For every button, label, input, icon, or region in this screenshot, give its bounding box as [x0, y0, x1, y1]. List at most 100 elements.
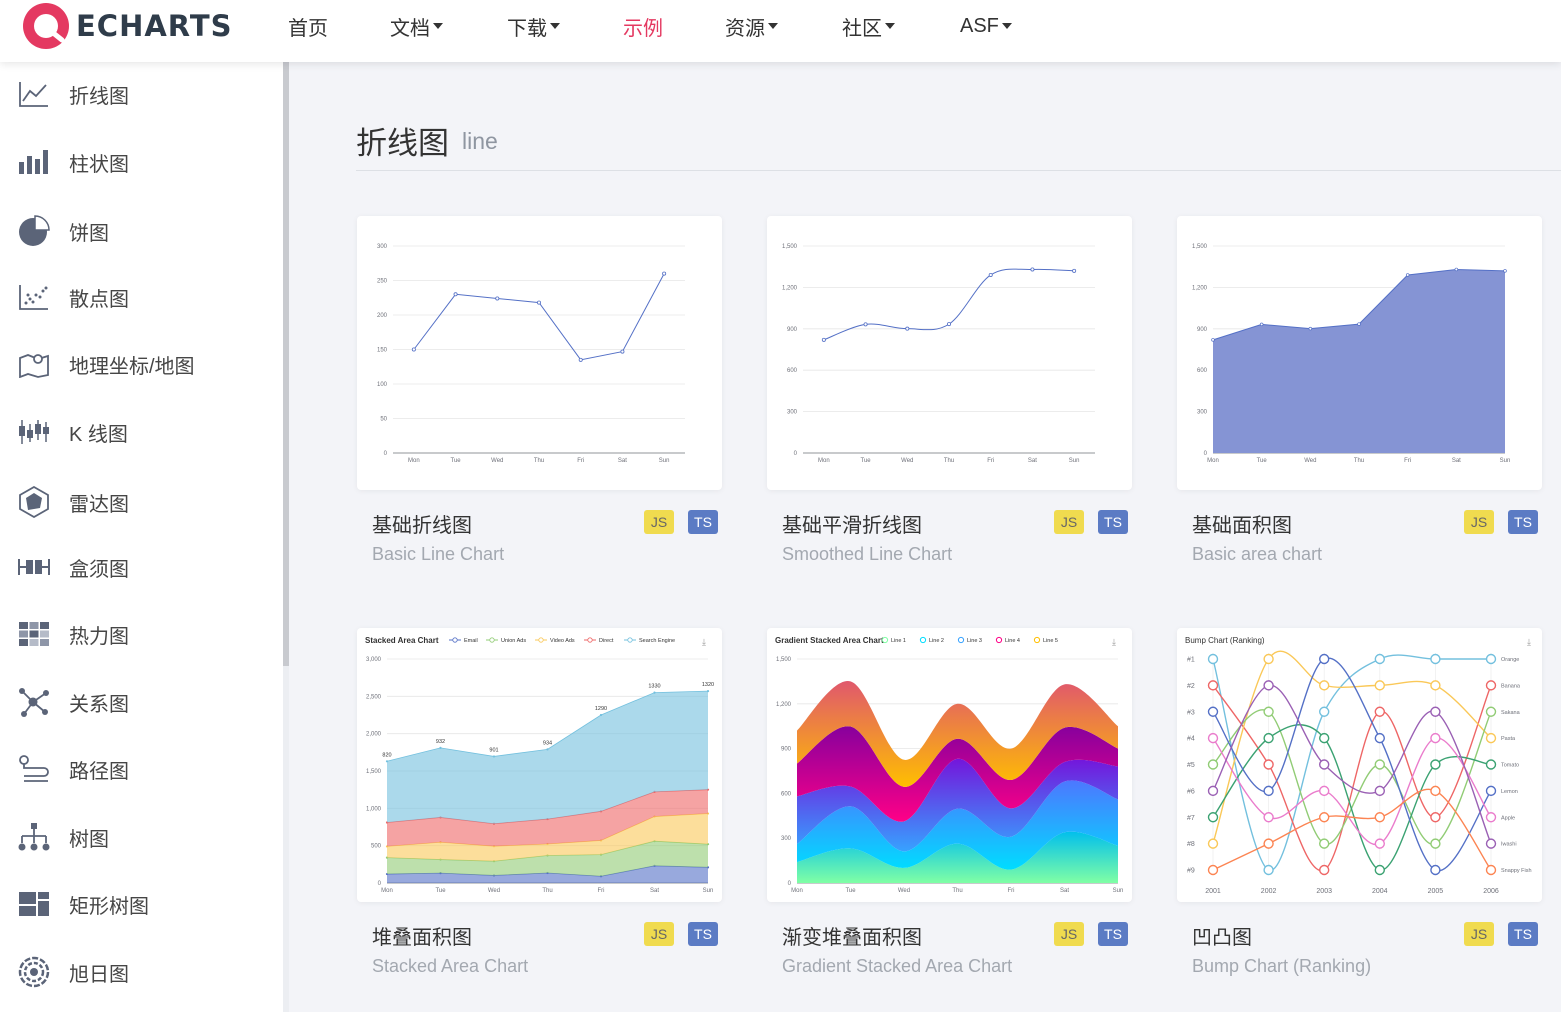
data-label: 1290 — [595, 706, 607, 712]
ts-badge[interactable]: TS — [1098, 922, 1128, 946]
nav-download[interactable]: 下载 — [507, 0, 560, 52]
ts-badge[interactable]: TS — [1508, 922, 1538, 946]
data-point — [1485, 653, 1497, 665]
x-tick-label: Mon — [408, 458, 420, 464]
x-tick-label: Sat — [618, 458, 627, 464]
nav-resources[interactable]: 资源 — [725, 0, 778, 52]
legend-swatch — [1033, 636, 1041, 644]
card-title[interactable]: 凹凸图 — [1192, 921, 1252, 950]
example-card-bump-chart[interactable]: Bump Chart (Ranking) ⤓ #1 #2 #3 #4 #5 #6 #7 #8 #9 2… — [1177, 628, 1542, 902]
nav-asf[interactable]: ASF — [960, 0, 1012, 52]
x-tick-label: Tue — [451, 458, 462, 464]
nav-community[interactable]: 社区 — [842, 0, 895, 52]
series-end-label: Lemon — [1501, 789, 1518, 795]
caret-down-icon — [885, 23, 895, 29]
sidebar-item-radar[interactable]: 雷达图 — [0, 482, 283, 522]
data-point — [1207, 864, 1219, 876]
series-end-label: Tomato — [1501, 763, 1519, 769]
heatmap-icon — [18, 618, 50, 650]
js-badge[interactable]: JS — [1464, 510, 1494, 534]
data-point — [1263, 812, 1274, 823]
sidebar-item-pie[interactable]: 饼图 — [0, 211, 283, 251]
nav-docs-label: 文档 — [390, 17, 430, 40]
data-point — [1430, 759, 1441, 770]
sidebar-item-tree[interactable]: 树图 — [0, 817, 283, 857]
data-point — [1263, 838, 1274, 849]
x-tick-label: Fri — [1404, 458, 1411, 464]
js-badge[interactable]: JS — [644, 510, 674, 534]
card-title[interactable]: 堆叠面积图 — [372, 921, 472, 950]
js-badge[interactable]: JS — [644, 922, 674, 946]
data-point — [1207, 732, 1219, 744]
data-point — [1318, 706, 1330, 717]
y-tick-label: 600 — [787, 368, 798, 374]
ts-badge[interactable]: TS — [688, 510, 718, 534]
data-point — [495, 296, 500, 301]
y-tick-label: 0 — [794, 451, 798, 457]
ts-badge[interactable]: TS — [688, 922, 718, 946]
data-point — [1357, 322, 1361, 326]
data-point — [1374, 838, 1386, 849]
sidebar-item-map[interactable]: 地理坐标/地图 — [0, 344, 283, 384]
x-tick-label: Wed — [488, 888, 500, 894]
sidebar-item-line[interactable]: 折线图 — [0, 74, 283, 114]
sidebar-item-label: 旭日图 — [69, 963, 129, 986]
example-card-basic-line[interactable]: 0 50 100 150 200 250 300 Mon Tue Wed Thu Fri Sat Sun — [357, 216, 722, 490]
data-point — [1430, 680, 1441, 691]
sidebar-item-treemap[interactable]: 矩形树图 — [0, 884, 283, 924]
sidebar-item-bar[interactable]: 柱状图 — [0, 142, 283, 182]
example-card-smoothed-line[interactable]: 0 300 600 900 1,200 1,500 Mon Tue Wed Thu Fri Sat Su… — [767, 216, 1132, 490]
sidebar-item-lines[interactable]: 路径图 — [0, 749, 283, 789]
nav-home[interactable]: 首页 — [288, 0, 328, 52]
ts-badge[interactable]: TS — [1098, 510, 1128, 534]
example-card-basic-area[interactable]: 0 300 600 900 1,200 1,500 Mon Tue Wed Thu Fri Sat Su… — [1177, 216, 1542, 490]
caret-down-icon — [433, 23, 443, 29]
data-point — [1263, 864, 1274, 876]
data-point — [1430, 785, 1441, 797]
data-point — [1374, 812, 1386, 823]
data-point — [599, 713, 603, 717]
legend-swatch — [452, 637, 458, 643]
nav-docs[interactable]: 文档 — [390, 0, 443, 52]
x-tick-label: Mon — [381, 888, 393, 894]
data-point — [578, 357, 583, 362]
sidebar-item-heatmap[interactable]: 热力图 — [0, 614, 283, 654]
y-tick-label: 150 — [377, 348, 388, 354]
data-point — [1207, 812, 1219, 823]
data-point — [1374, 864, 1386, 876]
nav-examples[interactable]: 示例 — [623, 0, 663, 52]
y-tick-label: #3 — [1187, 709, 1195, 716]
js-badge[interactable]: JS — [1054, 510, 1084, 534]
sidebar-item-scatter[interactable]: 散点图 — [0, 277, 283, 317]
legend-label: Search Engine — [639, 638, 675, 644]
sidebar-item-graph[interactable]: 关系图 — [0, 682, 283, 722]
sidebar-item-label: 地理坐标/地图 — [69, 355, 195, 378]
sidebar-scrollbar[interactable] — [283, 62, 289, 666]
boxplot-icon — [18, 551, 50, 583]
x-tick-label: 2004 — [1372, 888, 1388, 895]
example-card-stacked-area[interactable]: Stacked Area Chart Email Union Ads Video Ad… — [357, 628, 722, 902]
card-title[interactable]: 基础折线图 — [372, 509, 472, 538]
card-title[interactable]: 基础平滑折线图 — [782, 509, 922, 538]
chart-title: Bump Chart (Ranking) — [1185, 636, 1265, 645]
echarts-logo[interactable]: ECHARTS — [22, 0, 242, 52]
sidebar-item-sunburst[interactable]: 旭日图 — [0, 952, 283, 992]
ts-badge[interactable]: TS — [1508, 510, 1538, 534]
data-point — [1374, 785, 1386, 797]
y-tick-label: 0 — [384, 451, 388, 457]
card-title[interactable]: 渐变堆叠面积图 — [782, 921, 922, 950]
sidebar-item-candlestick[interactable]: K 线图 — [0, 412, 283, 452]
card-title[interactable]: 基础面积图 — [1192, 509, 1292, 538]
y-tick-label: 0 — [1204, 451, 1208, 457]
x-tick-label: Fri — [1008, 888, 1015, 894]
y-tick-label: 1,500 — [782, 244, 798, 250]
example-card-gradient-stacked-area[interactable]: Gradient Stacked Area Chart Line 1 Line 2 L… — [767, 628, 1132, 902]
data-point — [1263, 706, 1274, 717]
x-tick-label: Wed — [491, 458, 503, 464]
graph-icon — [18, 686, 50, 718]
js-badge[interactable]: JS — [1054, 922, 1084, 946]
sidebar-item-boxplot[interactable]: 盒须图 — [0, 547, 283, 587]
js-badge[interactable]: JS — [1464, 922, 1494, 946]
y-tick-label: 600 — [1197, 368, 1208, 374]
bar-chart-icon — [18, 146, 50, 178]
